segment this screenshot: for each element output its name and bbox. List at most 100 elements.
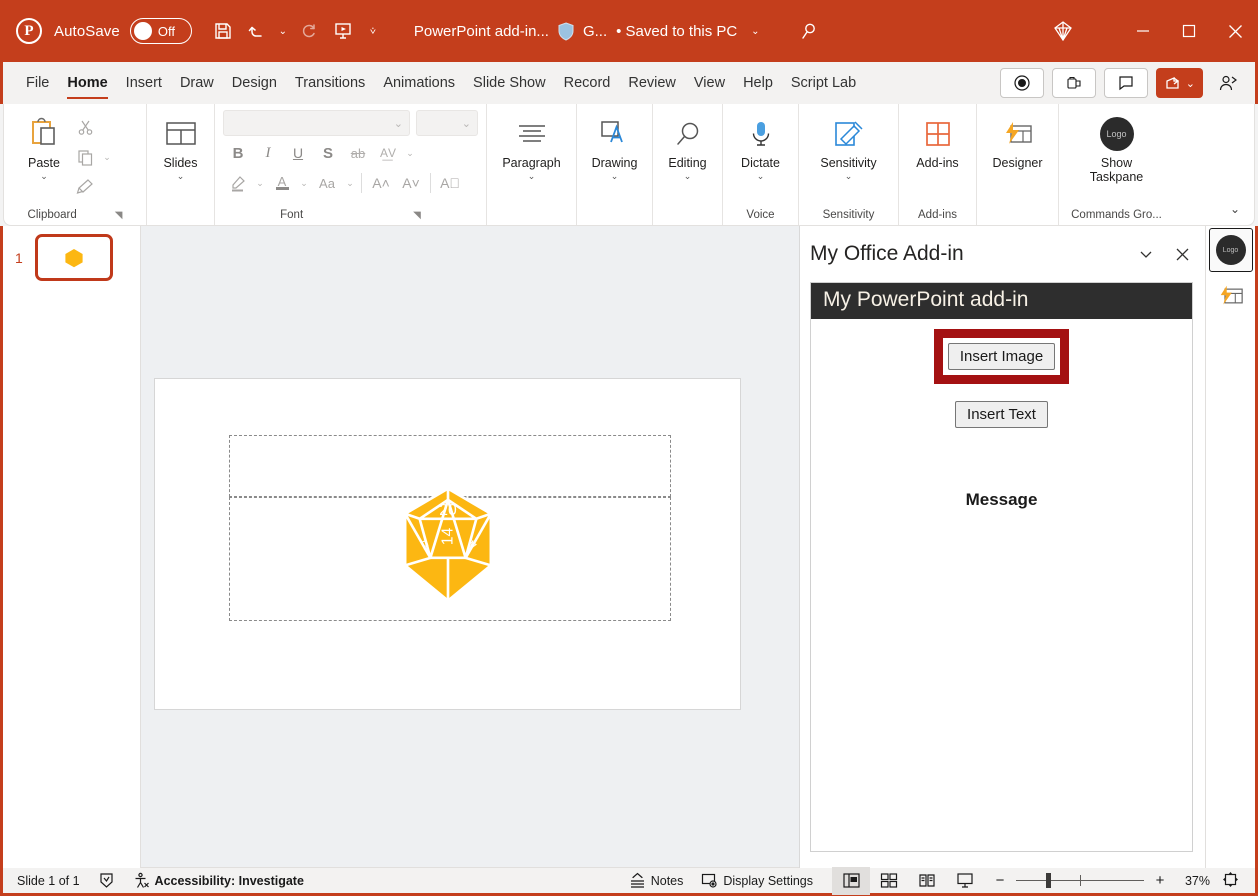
redo-icon[interactable] xyxy=(292,14,326,48)
save-state-label[interactable]: • Saved to this PC xyxy=(616,23,737,40)
tab-draw[interactable]: Draw xyxy=(171,62,223,104)
slide-sorter-icon[interactable] xyxy=(870,867,908,895)
tab-animations[interactable]: Animations xyxy=(374,62,464,104)
undo-icon[interactable] xyxy=(240,14,274,48)
tab-help[interactable]: Help xyxy=(734,62,782,104)
slide-canvas-area[interactable]: 20 14 6 4 xyxy=(141,226,799,868)
decrease-font-size-icon[interactable]: A˅ xyxy=(396,168,426,198)
ribbon-collapse-icon[interactable]: ⌄ xyxy=(1222,197,1248,221)
diamond-icon[interactable] xyxy=(1046,14,1080,48)
character-spacing-icon[interactable]: A͟V xyxy=(373,138,403,168)
tab-home[interactable]: Home xyxy=(58,62,116,104)
chevron-down-icon[interactable] xyxy=(1131,239,1161,269)
editing-button[interactable]: Editing ⌄ xyxy=(660,108,716,182)
record-icon[interactable] xyxy=(1000,68,1044,98)
drawing-dropdown-icon[interactable]: ⌄ xyxy=(611,171,619,182)
slides-dropdown-icon[interactable]: ⌄ xyxy=(177,171,185,182)
share-dropdown-icon[interactable]: ⌄ xyxy=(1186,77,1195,90)
fit-to-window-icon[interactable] xyxy=(1218,871,1247,891)
save-icon[interactable] xyxy=(206,14,240,48)
zoom-in-button[interactable]: + xyxy=(1152,872,1168,889)
tab-slide-show[interactable]: Slide Show xyxy=(464,62,555,104)
add-ins-button[interactable]: Add-ins xyxy=(910,108,966,170)
tab-record[interactable]: Record xyxy=(555,62,620,104)
search-icon[interactable] xyxy=(792,14,826,48)
zoom-slider-thumb[interactable] xyxy=(1046,873,1051,888)
format-painter-icon[interactable] xyxy=(70,172,100,202)
paragraph-button[interactable]: Paragraph ⌄ xyxy=(496,108,566,182)
designer-button[interactable]: Designer xyxy=(986,108,1048,170)
tab-insert[interactable]: Insert xyxy=(117,62,171,104)
undo-dropdown-icon[interactable]: ⌄ xyxy=(274,14,292,48)
show-taskpane-button[interactable]: Logo Show Taskpane xyxy=(1069,108,1165,185)
change-case-icon[interactable]: Aa xyxy=(311,168,343,198)
font-color-dropdown-icon[interactable]: ⌄ xyxy=(297,168,311,198)
spell-check-icon[interactable] xyxy=(89,867,124,895)
copy-dropdown-icon[interactable]: ⌄ xyxy=(100,142,114,172)
dictate-dropdown-icon[interactable]: ⌄ xyxy=(757,171,765,182)
tab-file[interactable]: File xyxy=(17,62,58,104)
sensitivity-dropdown-icon[interactable]: ⌄ xyxy=(845,171,853,182)
close-button[interactable] xyxy=(1212,0,1258,62)
slide-show-icon[interactable] xyxy=(946,867,984,895)
tab-script-lab[interactable]: Script Lab xyxy=(782,62,865,104)
tab-view[interactable]: View xyxy=(685,62,734,104)
font-dialog-launcher[interactable]: ◥ xyxy=(413,210,421,221)
change-case-dropdown-icon[interactable]: ⌄ xyxy=(343,168,357,198)
save-state-dropdown-icon[interactable]: ⌄ xyxy=(746,14,764,48)
italic-icon[interactable]: I xyxy=(253,138,283,168)
paste-dropdown-icon[interactable]: ⌄ xyxy=(40,171,48,182)
font-name-combo[interactable]: ⌄ xyxy=(223,110,410,136)
tab-design[interactable]: Design xyxy=(223,62,286,104)
copy-icon[interactable] xyxy=(70,142,100,172)
drawing-button[interactable]: Drawing ⌄ xyxy=(586,108,644,182)
text-highlight-icon[interactable] xyxy=(223,168,253,198)
zoom-level-label[interactable]: 37% xyxy=(1176,874,1210,888)
zoom-slider[interactable] xyxy=(1016,880,1144,882)
d20-dice-image[interactable]: 20 14 6 4 xyxy=(385,481,511,607)
paste-button[interactable]: Paste ⌄ xyxy=(18,108,70,182)
document-title[interactable]: PowerPoint add-in... xyxy=(414,23,549,40)
text-highlight-dropdown-icon[interactable]: ⌄ xyxy=(253,168,267,198)
character-spacing-dropdown-icon[interactable]: ⌄ xyxy=(403,138,417,168)
zoom-out-button[interactable]: − xyxy=(992,872,1008,889)
editing-dropdown-icon[interactable]: ⌄ xyxy=(684,171,692,182)
bold-icon[interactable]: B xyxy=(223,138,253,168)
maximize-button[interactable] xyxy=(1166,0,1212,62)
comments-icon[interactable] xyxy=(1104,68,1148,98)
customize-quick-access-icon[interactable]: ⩒ xyxy=(360,14,386,48)
minimize-button[interactable] xyxy=(1120,0,1166,62)
normal-view-icon[interactable] xyxy=(832,867,870,895)
sensitivity-button[interactable]: Sensitivity ⌄ xyxy=(806,108,892,182)
strikethrough-icon[interactable]: ab xyxy=(343,138,373,168)
paragraph-dropdown-icon[interactable]: ⌄ xyxy=(528,171,536,182)
insert-text-button[interactable]: Insert Text xyxy=(955,401,1048,428)
slides-button[interactable]: Slides ⌄ xyxy=(153,108,209,182)
autosave-toggle[interactable]: Off xyxy=(130,18,192,44)
designer-button[interactable] xyxy=(1209,274,1253,318)
show-taskpane-logo-button[interactable]: Logo xyxy=(1209,228,1253,272)
tab-review[interactable]: Review xyxy=(619,62,685,104)
clipboard-dialog-launcher[interactable]: ◥ xyxy=(115,210,123,221)
underline-icon[interactable]: U xyxy=(283,138,313,168)
slide-thumbnail[interactable] xyxy=(35,234,113,281)
reading-view-icon[interactable] xyxy=(908,867,946,895)
font-color-icon[interactable]: A xyxy=(267,168,297,198)
dictate-button[interactable]: Dictate ⌄ xyxy=(733,108,789,182)
tab-transitions[interactable]: Transitions xyxy=(286,62,374,104)
clear-formatting-icon[interactable]: A⃠ xyxy=(435,168,465,198)
share-people-icon[interactable] xyxy=(1211,68,1245,98)
increase-font-size-icon[interactable]: A˄ xyxy=(366,168,396,198)
slide-surface[interactable]: 20 14 6 4 xyxy=(154,378,741,710)
accessibility-status[interactable]: Accessibility: Investigate xyxy=(124,867,313,895)
insert-image-button[interactable]: Insert Image xyxy=(948,343,1055,370)
font-size-combo[interactable]: ⌄ xyxy=(416,110,478,136)
cut-icon[interactable] xyxy=(70,112,100,142)
display-settings-button[interactable]: Display Settings xyxy=(692,867,822,895)
text-shadow-icon[interactable]: S xyxy=(313,138,343,168)
share-button[interactable]: ⌄ xyxy=(1156,68,1203,98)
teams-icon[interactable] xyxy=(1052,68,1096,98)
list-item[interactable]: 1 xyxy=(3,234,140,281)
close-icon[interactable] xyxy=(1167,239,1197,269)
notes-button[interactable]: Notes xyxy=(620,867,693,895)
